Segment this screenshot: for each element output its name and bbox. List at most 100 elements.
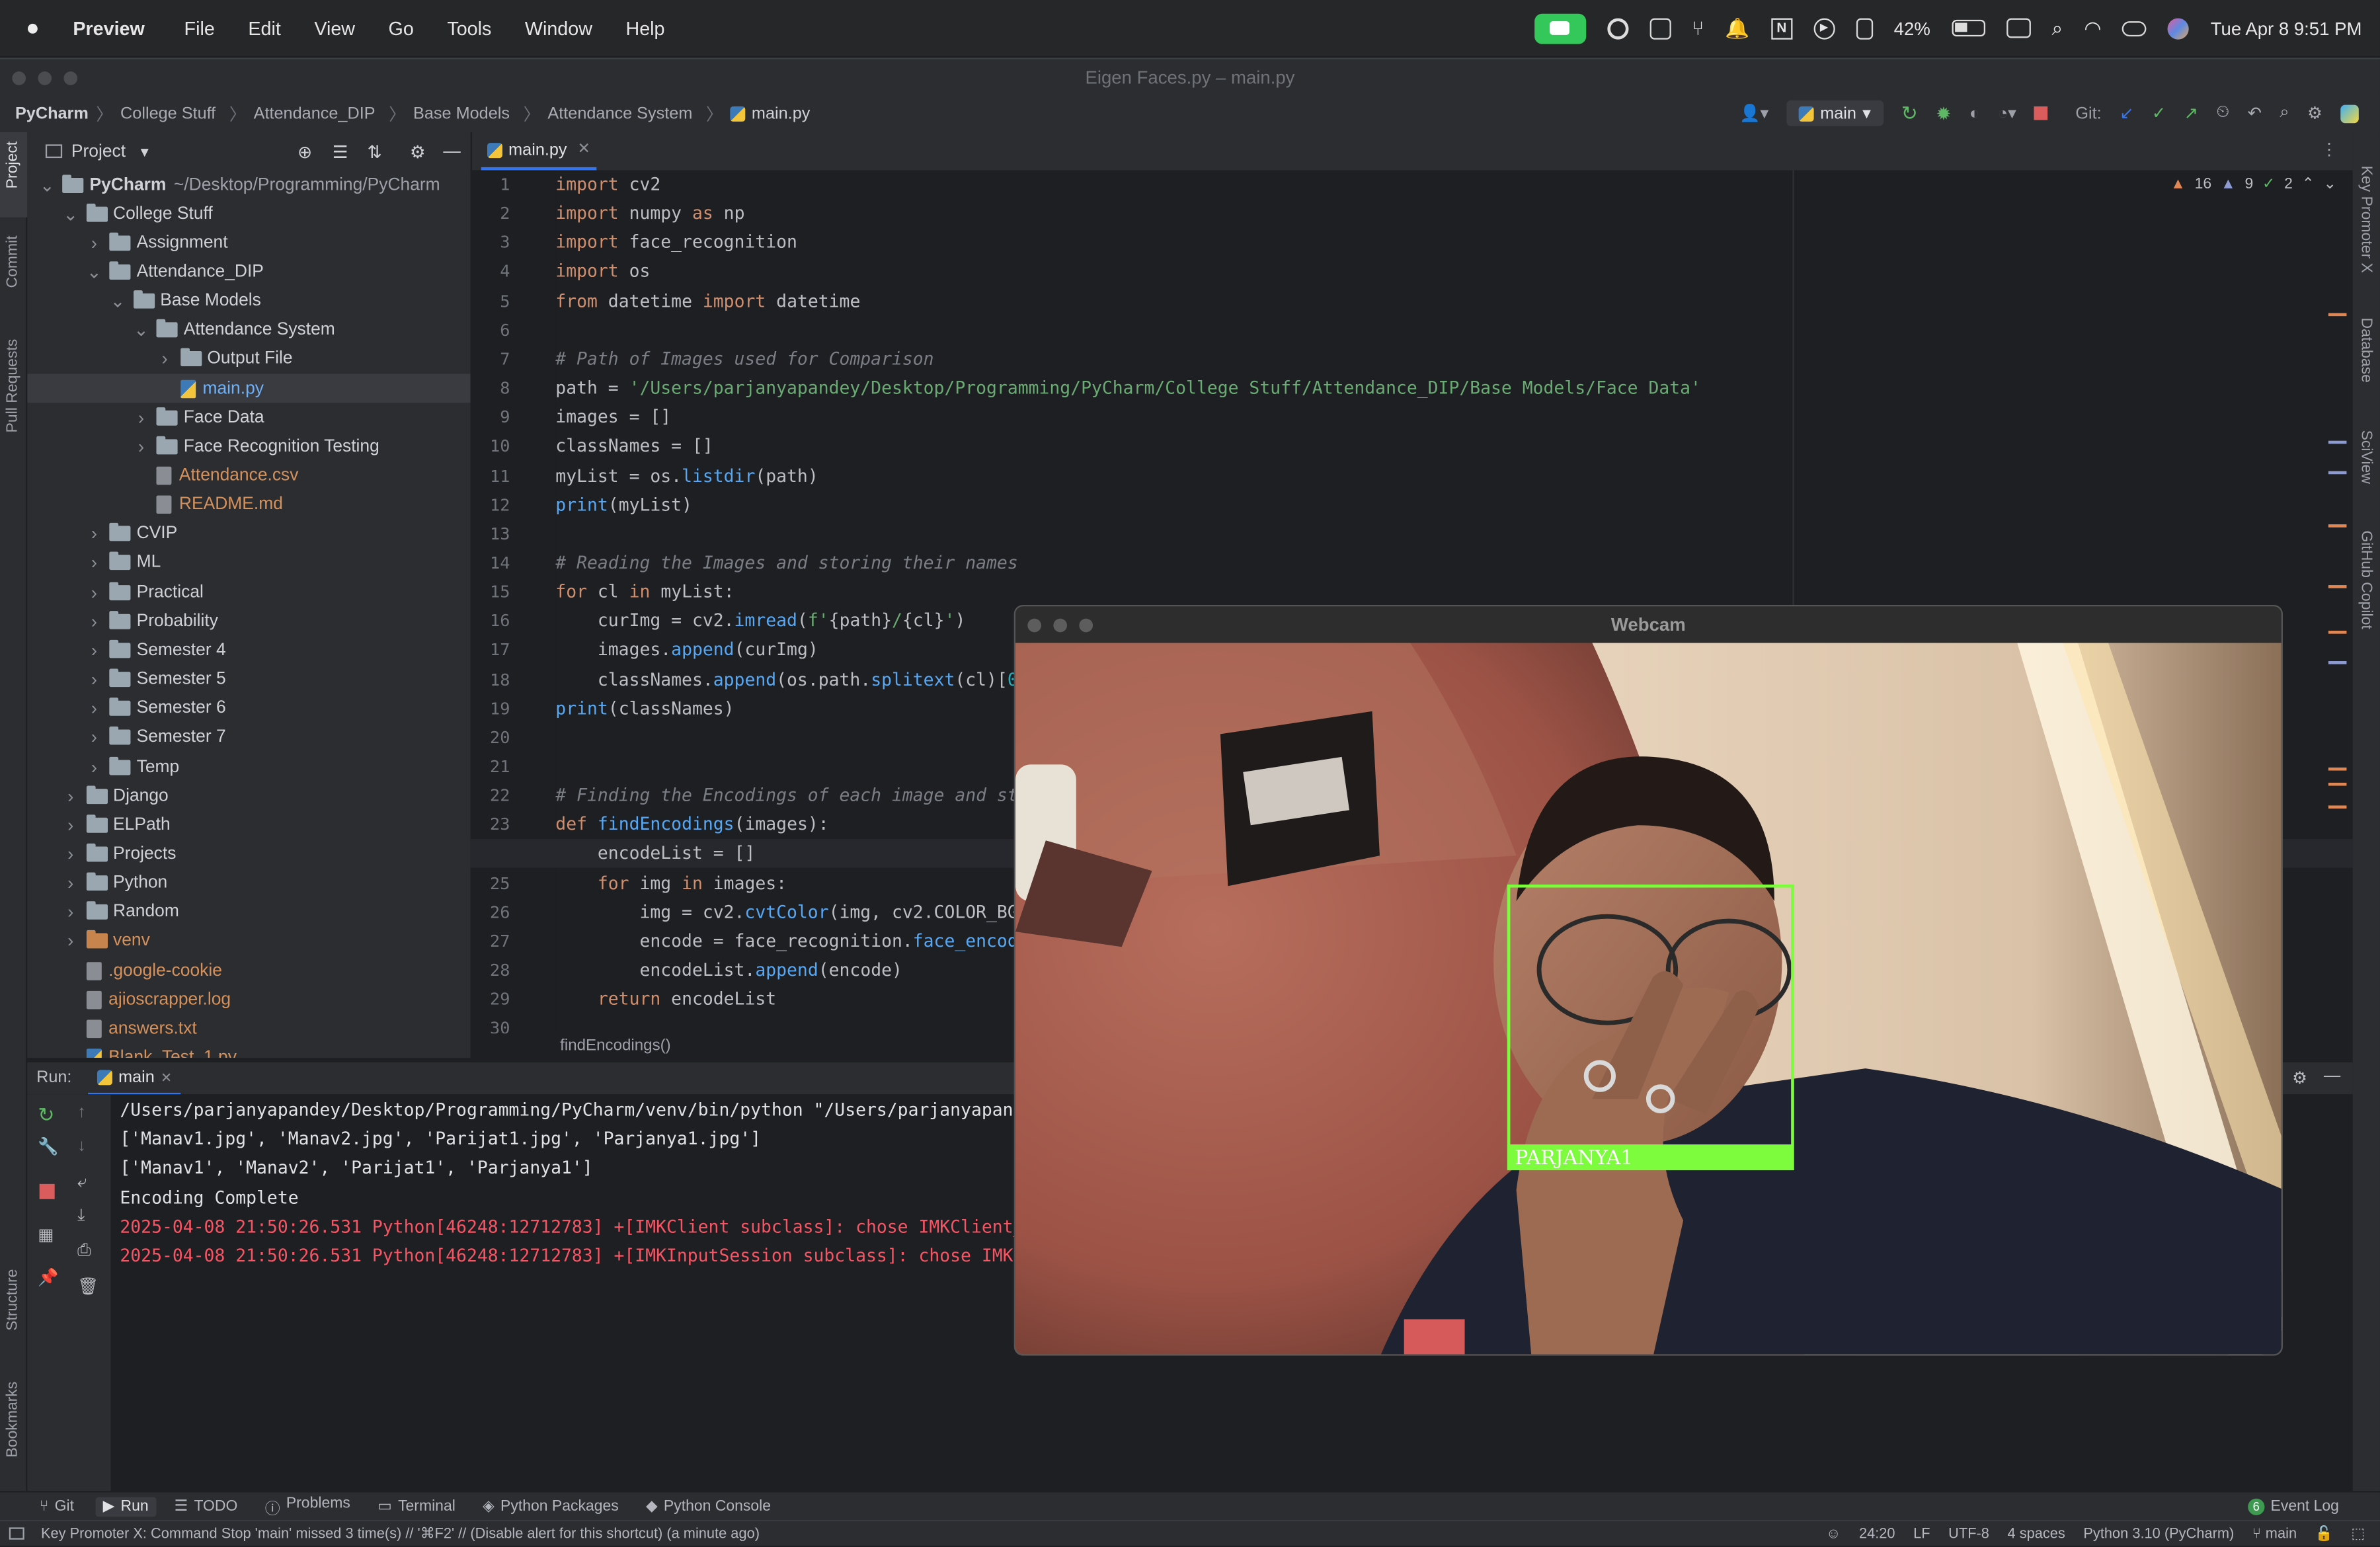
nav-crumb-base-models[interactable]: Base Models [413,104,510,122]
tool-commit[interactable]: Commit [5,235,21,288]
line-number[interactable]: 27 [471,932,510,951]
git-commit-icon[interactable]: ✓ [2152,103,2166,124]
tree-item[interactable]: › Semester 4 [87,636,226,665]
panel-options-icon[interactable]: ⚙ [410,141,426,162]
code-line[interactable]: from datetime import datetime [555,290,860,311]
tree-item[interactable]: README.md [134,491,283,520]
code-line[interactable]: import face_recognition [555,231,797,253]
indent-setting[interactable]: 4 spaces [2008,1526,2065,1542]
scroll-to-end-icon[interactable]: ⤓ [77,1207,85,1226]
hide-run-panel-icon[interactable]: — [2324,1067,2340,1086]
chatgpt-icon[interactable] [1606,17,1628,39]
play-circle-icon[interactable]: ▶ [1813,17,1835,39]
notification-bell-icon[interactable]: 🔔 [1725,16,1749,40]
tab-main-py[interactable]: main.py ✕ [481,132,597,171]
menu-view[interactable]: View [314,17,355,38]
line-number[interactable]: 9 [471,408,510,428]
tree-item[interactable]: › Assignment [87,229,228,258]
line-number[interactable]: 3 [471,233,510,253]
tree-item[interactable]: ⌄ Attendance System [134,316,335,345]
menu-app-name[interactable]: Preview [73,17,145,38]
error-stripe[interactable] [2328,304,2350,836]
soft-wrap-icon[interactable]: ⤶ [77,1173,87,1193]
close-tab-icon[interactable]: ✕ [161,1069,172,1086]
tree-item[interactable]: › venv [63,927,150,956]
tool-github-copilot[interactable]: GitHub Copilot [2358,530,2374,629]
webcam-title-bar[interactable]: Webcam [1015,606,2281,643]
chevron-right-icon[interactable]: › [87,727,102,748]
tool-key-promoter[interactable]: Key Promoter X [2358,166,2374,273]
line-number[interactable]: 6 [471,320,510,340]
tree-item[interactable]: › Temp [87,752,179,781]
menu-window[interactable]: Window [525,17,592,38]
line-number[interactable]: 26 [471,902,510,922]
more-options-icon[interactable]: ⋮ [2320,139,2337,160]
tree-item[interactable]: › Semester 7 [87,723,226,752]
line-number[interactable]: 17 [471,641,510,660]
profile-icon[interactable]: ◔▾ [1998,103,2016,124]
code-line[interactable]: # Finding the Encodings of each image an… [555,785,1017,806]
chevron-down-icon[interactable]: ▼ [138,143,151,159]
code-breadcrumb[interactable]: findEncodings() [470,1033,1017,1058]
line-separator[interactable]: LF [1913,1526,1930,1542]
chevron-right-icon[interactable]: › [157,348,173,370]
chevron-right-icon[interactable]: › [87,232,102,253]
code-line[interactable]: curImg = cv2.imread(f'{path}/{cl}') [555,610,966,631]
event-log-button[interactable]: 6 Event Log [2248,1497,2339,1515]
search-icon[interactable]: ⌕ [2280,103,2289,123]
control-center-icon[interactable] [2122,20,2147,36]
jetbrains-ai-icon[interactable] [2340,104,2359,123]
line-number[interactable]: 8 [471,379,510,399]
tree-item[interactable]: ⌄ College Stuff [63,199,212,228]
facetime-camera-icon[interactable] [1534,13,1586,44]
menu-tools[interactable]: Tools [447,17,491,38]
wifi-icon[interactable]: ◠ [2084,16,2101,40]
tree-item[interactable]: ⌄ Attendance_DIP [87,258,264,287]
code-line[interactable]: def findEncodings(images): [555,814,828,835]
line-number[interactable]: 4 [471,262,510,282]
tree-item[interactable]: › ELPath [63,811,171,840]
run-config-selector[interactable]: main ▾ [1786,100,1884,126]
code-line[interactable]: # Path of Images used for Comparison [555,348,933,369]
close-tab-icon[interactable]: ✕ [578,141,590,158]
tree-item[interactable]: .google-cookie [63,956,222,985]
status-message[interactable]: Key Promoter X: Command Stop 'main' miss… [41,1525,760,1542]
chevron-right-icon[interactable]: › [63,902,78,923]
nav-crumb-attendance-dip[interactable]: Attendance_DIP [254,104,376,122]
git-branch-status[interactable]: ⑂ main [2252,1526,2297,1542]
code-line[interactable]: print(classNames) [555,697,734,718]
chevron-right-icon[interactable]: › [63,873,78,894]
chevron-right-icon[interactable]: › [87,698,102,719]
debug-icon[interactable]: ✹ [1936,102,1951,124]
run-tab-main[interactable]: main ✕ [88,1062,182,1096]
code-line[interactable]: path = '/Users/parjanyapandey/Desktop/Pr… [555,377,1701,398]
chevron-right-icon[interactable]: › [87,756,102,777]
code-line[interactable]: for cl in myList: [555,580,734,602]
webcam-minimize-button[interactable] [1053,618,1068,633]
chevron-right-icon[interactable]: › [87,524,102,545]
code-line[interactable]: encode = face_recognition.face_encod [555,930,1017,951]
line-number[interactable]: 22 [471,786,510,806]
menu-file[interactable]: File [184,17,215,38]
tool-structure[interactable]: Structure [5,1269,21,1331]
code-line[interactable]: # Reading the Images and storing their n… [555,551,1017,573]
settings-gear-icon[interactable]: ⚙ [2307,103,2322,124]
webcam-close-button[interactable] [1027,618,1041,633]
line-number[interactable]: 25 [471,873,510,893]
tree-item[interactable]: › ML [87,549,161,578]
chevron-right-icon[interactable]: › [87,611,102,632]
tab-python-console[interactable]: ◆ Python Console [646,1498,771,1515]
chevron-right-icon[interactable]: › [63,814,78,836]
tree-item[interactable]: ajioscrapper.log [63,985,231,1014]
stop-icon[interactable] [2034,106,2048,120]
tree-item[interactable]: answers.txt [63,1014,197,1043]
file-encoding[interactable]: UTF-8 [1948,1526,1989,1542]
display-icon[interactable] [2006,18,2031,38]
nav-crumb-college-stuff[interactable]: College Stuff [120,104,216,122]
rerun-icon[interactable]: ↻ [1901,101,1918,126]
hide-panel-icon[interactable]: — [443,142,460,161]
tab-todo[interactable]: ☰ TODO [175,1498,238,1515]
git-rollback-icon[interactable]: ↶ [2248,103,2262,124]
clipboard-icon[interactable] [1856,17,1873,39]
line-number[interactable]: 2 [471,204,510,223]
